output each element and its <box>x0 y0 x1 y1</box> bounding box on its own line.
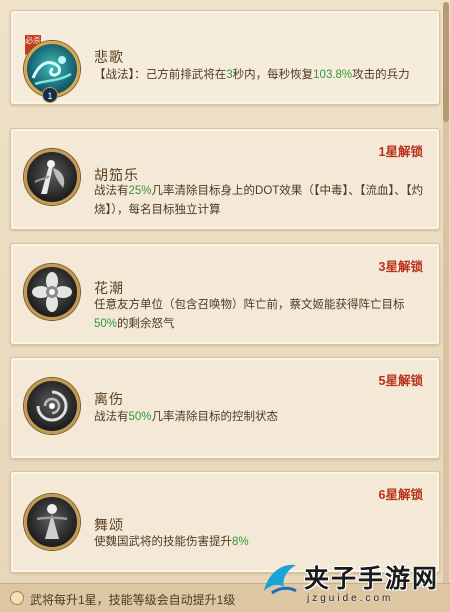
watermark-name: 夹子手游网 <box>304 565 440 593</box>
scrollbar-thumb[interactable] <box>443 2 449 122</box>
skill-title: 悲歌 <box>94 49 124 65</box>
skill-card-ultimate: 必杀 1 悲歌 【战法】：己方前排武将在3秒内，每秒恢复103.8%攻击的兵力 <box>10 10 440 105</box>
skill-level-badge: 1 <box>42 87 58 103</box>
watermark-logo-icon <box>264 564 297 595</box>
skill-card-1: 1星解锁 胡笳乐 战法有25%几率清除目标身上的DOT效果（【中毒】、【流血】、… <box>10 128 440 230</box>
skill-card-5: 5星解锁 离伤 战法有50%几率清除目标的控制状态 <box>10 357 440 459</box>
skill-description: 任意友方单位（包含召唤物）阵亡前，蔡文姬能获得阵亡目标50%的剩余怒气 <box>94 299 405 330</box>
unlock-requirement: 1星解锁 <box>378 145 423 159</box>
skill-title: 花潮 <box>94 280 124 296</box>
flower-icon <box>24 264 80 320</box>
watermark-url: jzguide.com <box>307 593 394 604</box>
unlock-requirement: 3星解锁 <box>378 260 423 274</box>
footer-hint: 武将每升1星，技能等级会自动提升1级 <box>30 593 236 607</box>
skill-description: 【战法】：己方前排武将在3秒内，每秒恢复103.8%攻击的兵力 <box>94 69 410 81</box>
skill-description: 战法有25%几率清除目标身上的DOT效果（【中毒】、【流血】、【灼烧】），每名目… <box>94 185 424 216</box>
info-icon <box>10 591 24 605</box>
sword-figure-icon <box>24 149 80 205</box>
skill-description: 战法有50%几率清除目标的控制状态 <box>94 411 279 423</box>
unlock-requirement: 5星解锁 <box>378 374 423 388</box>
skills-panel: 必杀 1 悲歌 【战法】：己方前排武将在3秒内，每秒恢复103.8%攻击的兵力 … <box>0 0 450 612</box>
skill-title: 舞颂 <box>94 517 124 533</box>
dancer-icon <box>24 494 80 550</box>
skill-description: 使魏国武将的技能伤害提升8% <box>94 536 249 548</box>
unlock-requirement: 6星解锁 <box>378 488 423 502</box>
skill-card-3: 3星解锁 花潮 任意友方单位（包含召唤物）阵亡前，蔡文姬能获得阵亡目标50%的剩… <box>10 243 440 345</box>
site-watermark: 夹子手游网 jzguide.com <box>258 555 450 612</box>
swirl-icon <box>24 378 80 434</box>
skill-title: 离伤 <box>94 391 124 407</box>
